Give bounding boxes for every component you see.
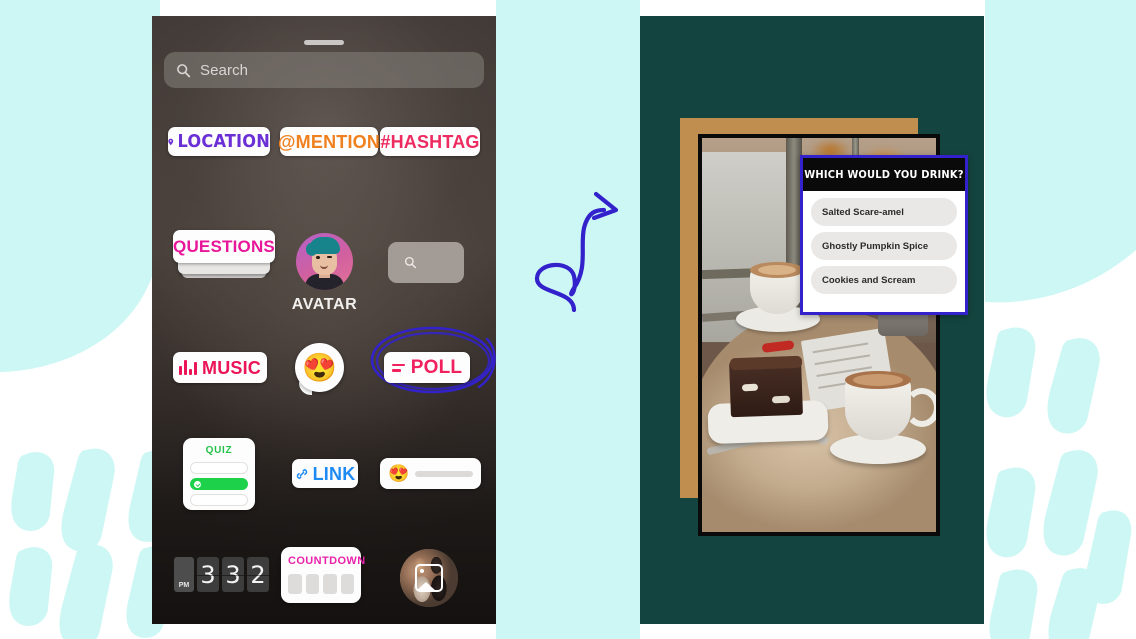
poll-sticker-overlay[interactable]: WHICH WOULD YOU DRINK? Salted Scare-amel… <box>800 155 968 315</box>
sticker-poll-label: POLL <box>410 357 463 378</box>
sticker-clock[interactable]: PM 3 3 2 <box>174 557 269 592</box>
clock-digit: 2 <box>247 557 269 592</box>
sticker-music[interactable]: MUSIC <box>173 352 267 383</box>
sticker-quiz-label: QUIZ <box>205 445 233 456</box>
link-chain-icon <box>296 468 307 479</box>
photo-image-icon <box>415 564 443 592</box>
sticker-link-label: LINK <box>312 463 356 484</box>
sticker-quiz[interactable]: QUIZ <box>183 438 255 510</box>
poll-bars-icon <box>391 363 405 372</box>
heart-eyes-emoji-icon: 😍 <box>388 464 410 483</box>
location-pin-icon <box>168 138 174 145</box>
heart-eyes-emoji-icon: 😍 <box>302 351 337 383</box>
sticker-questions[interactable]: QUESTIONS <box>173 230 275 263</box>
sticker-emoji-reaction[interactable]: 😍 <box>295 343 344 392</box>
poll-question-text: WHICH WOULD YOU DRINK? <box>804 168 964 181</box>
curved-arrow-annotation <box>534 191 619 312</box>
sticker-photo[interactable] <box>400 549 458 607</box>
sticker-mention[interactable]: @MENTION <box>277 127 381 156</box>
poll-option[interactable]: Cookies and Scream <box>811 266 957 294</box>
sticker-search-tile[interactable] <box>388 242 464 283</box>
check-icon <box>194 480 201 488</box>
emoji-slider-track[interactable] <box>415 470 473 477</box>
clock-ampm-label: PM <box>174 557 194 592</box>
search-icon <box>404 256 417 269</box>
clock-digit: 3 <box>222 557 244 592</box>
sticker-mention-label: @MENTION <box>277 131 381 152</box>
sticker-location-label: LOCATION <box>177 130 270 152</box>
instagram-sticker-tray-panel: Search LOCATION @MENTION #HASHTAG QUESTI… <box>152 16 496 624</box>
screenshot-stage: Search LOCATION @MENTION #HASHTAG QUESTI… <box>0 0 1136 639</box>
sticker-avatar-label: AVATAR <box>291 296 358 313</box>
sticker-countdown[interactable]: COUNTDOWN <box>281 547 366 603</box>
sticker-poll[interactable]: POLL <box>384 352 470 383</box>
quiz-option <box>190 494 248 506</box>
sticker-avatar[interactable] <box>296 233 353 290</box>
tray-background-gradient <box>152 16 496 624</box>
sticker-music-label: MUSIC <box>202 357 261 378</box>
poll-option[interactable]: Salted Scare-amel <box>811 198 957 226</box>
countdown-digit-boxes <box>288 574 354 594</box>
sticker-hashtag[interactable]: #HASHTAG <box>380 127 480 156</box>
music-equalizer-icon <box>179 360 197 375</box>
search-icon <box>177 63 191 77</box>
story-preview-panel <box>640 16 984 624</box>
search-input[interactable]: Search <box>164 52 484 88</box>
sticker-countdown-label: COUNTDOWN <box>288 555 366 567</box>
sheet-grabber-handle[interactable] <box>304 40 344 45</box>
sticker-questions-label: QUESTIONS <box>173 237 275 256</box>
sticker-hashtag-label: #HASHTAG <box>380 131 480 152</box>
avatar-icon <box>296 233 353 290</box>
sticker-emoji-slider[interactable]: 😍 <box>380 458 481 489</box>
sticker-link[interactable]: LINK <box>292 459 358 488</box>
quiz-option-correct <box>190 478 248 490</box>
search-placeholder-text: Search <box>200 61 249 79</box>
sticker-location[interactable]: LOCATION <box>168 127 270 156</box>
clock-digit: 3 <box>197 557 219 592</box>
poll-options-list: Salted Scare-amel Ghostly Pumpkin Spice … <box>803 191 965 301</box>
quiz-option <box>190 462 248 474</box>
poll-option[interactable]: Ghostly Pumpkin Spice <box>811 232 957 260</box>
poll-question-header: WHICH WOULD YOU DRINK? <box>803 158 965 191</box>
